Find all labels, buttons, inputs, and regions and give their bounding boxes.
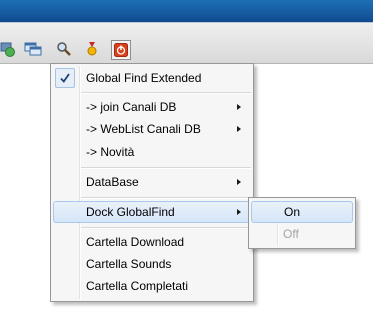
menu-item-label: On	[284, 205, 301, 219]
submenu-arrow-icon	[237, 104, 241, 110]
menu-item-label: Cartella Completati	[86, 279, 189, 293]
medal-icon[interactable]	[82, 39, 102, 59]
menu-item-label: -> join Canali DB	[86, 100, 177, 114]
menu-item-join-canali-db[interactable]: -> join Canali DB	[53, 96, 251, 118]
menu-item-label: Cartella Sounds	[86, 257, 172, 271]
menu-item-cartella-sounds[interactable]: Cartella Sounds	[53, 253, 251, 275]
windows-icon[interactable]	[23, 39, 43, 59]
check-mark-box	[55, 68, 75, 88]
menu-item-database[interactable]: DataBase	[53, 171, 251, 193]
context-menu: Global Find Extended -> join Canali DB -…	[50, 63, 254, 302]
submenu-item-off: Off	[251, 223, 353, 245]
dock-submenu: On Off	[248, 197, 356, 249]
menu-item-label: -> WebList Canali DB	[86, 122, 201, 136]
menu-item-cartella-completati[interactable]: Cartella Completati	[53, 275, 251, 297]
submenu-arrow-icon	[237, 209, 241, 215]
toolbar	[0, 22, 373, 64]
menu-separator	[81, 227, 251, 229]
menu-item-cartella-download[interactable]: Cartella Download	[53, 231, 251, 253]
menu-item-global-find-extended[interactable]: Global Find Extended	[53, 67, 251, 89]
submenu-item-on[interactable]: On	[251, 201, 353, 223]
menu-item-label: -> Novità	[86, 145, 135, 159]
check-icon	[60, 73, 70, 83]
search-icon[interactable]	[54, 39, 74, 59]
menu-item-label: Off	[283, 227, 299, 241]
menu-item-label: Cartella Download	[86, 235, 185, 249]
menu-item-label: Dock GlobalFind	[86, 205, 175, 219]
menu-item-weblist-canali-db[interactable]: -> WebList Canali DB	[53, 118, 251, 140]
power-icon[interactable]	[111, 40, 131, 60]
menu-item-dock-globalfind[interactable]: Dock GlobalFind	[53, 201, 251, 223]
network-icon[interactable]	[0, 39, 18, 59]
menu-item-label: DataBase	[86, 175, 139, 189]
menu-item-novita[interactable]: -> Novità	[53, 141, 251, 163]
menu-separator	[81, 92, 251, 94]
menu-item-label: Global Find Extended	[86, 71, 202, 85]
title-bar-strip	[0, 0, 373, 22]
menu-separator	[81, 167, 251, 169]
submenu-arrow-icon	[237, 126, 241, 132]
menu-separator	[81, 197, 251, 199]
submenu-arrow-icon	[237, 179, 241, 185]
